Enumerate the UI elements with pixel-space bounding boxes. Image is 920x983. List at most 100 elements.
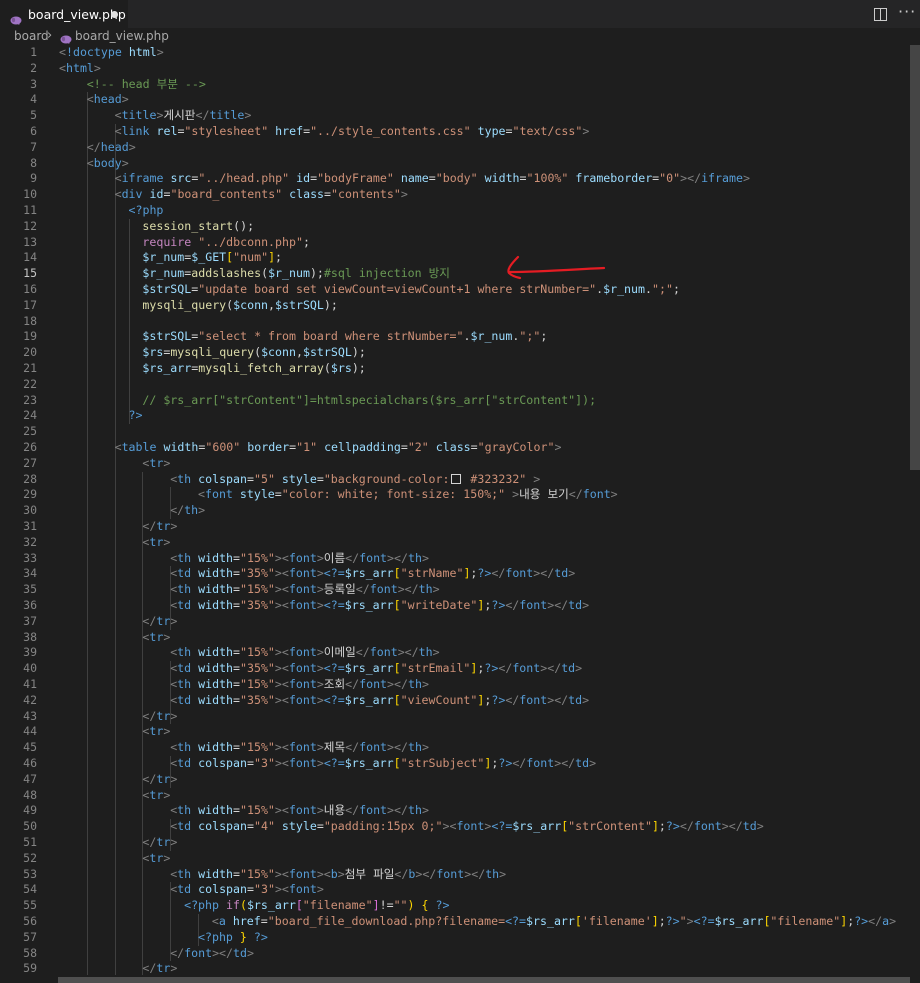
code-line[interactable]: </tr>	[142, 519, 177, 535]
code-line[interactable]: </tr>	[142, 709, 177, 725]
code-token: <!-- head 부분 -->	[86, 76, 206, 91]
code-line[interactable]: <th width="15%"><font>등록일</font></th>	[170, 582, 439, 598]
code-line[interactable]: <table width = "600" border = "1" cellpaddin…	[115, 440, 562, 456]
code-token: "text/css"	[512, 124, 583, 138]
line-number: 1	[30, 45, 37, 59]
code-line[interactable]: </tr>	[142, 835, 177, 851]
code-token: ";"	[519, 329, 541, 344]
code-line[interactable]: <td width="35%"><font><?=$rs_arr["strNam…	[170, 566, 575, 582]
code-line[interactable]: <head>	[87, 92, 129, 108]
code-token: ><	[274, 645, 289, 660]
code-token: ><	[274, 882, 289, 897]
code-token: font	[359, 803, 388, 818]
code-line[interactable]: <?php } ?>	[198, 930, 268, 946]
code-token: frameborder	[575, 171, 653, 186]
code-line[interactable]: <th colspan="5" style="background-color:…	[170, 472, 540, 488]
code-token: width	[198, 582, 234, 597]
code-line[interactable]: require "../dbconn.php";	[142, 235, 310, 251]
code-token: "35%"	[240, 692, 275, 707]
code-line[interactable]: </tr>	[142, 961, 177, 975]
code-line[interactable]: <th width="15%"><font><b>첨부 파일</b></font…	[170, 867, 506, 883]
code-line[interactable]: <th width="15%"><font>내용</font></th>	[170, 803, 429, 819]
code-token: colspan	[198, 471, 247, 486]
code-token: "grayColor"	[477, 440, 555, 454]
code-token: session_start	[142, 218, 234, 233]
code-line[interactable]: <th width="15%"><font>제목</font></th>	[170, 740, 429, 756]
code-editor[interactable]: 1 2 3 4 5 6 7 8 9 10 11 12 13 14 15 16 17 18 19 20 21 22 23 24 2…	[0, 45, 910, 975]
code-line[interactable]: <!-- head 부분 -->	[87, 77, 206, 93]
code-token: =	[470, 440, 478, 454]
code-line[interactable]: // $rs_arr["strContent"]=htmlspecialchar…	[142, 393, 596, 409]
breadcrumb-folder[interactable]: board	[14, 29, 49, 43]
code-token: th	[407, 803, 422, 818]
code-line[interactable]: <a href="board_file_download.php?filenam…	[212, 914, 896, 930]
code-line[interactable]: <tr>	[142, 456, 170, 472]
code-line[interactable]: <td colspan="3"><font><?=$rs_arr["strSub…	[170, 756, 596, 772]
code-line[interactable]: <link rel="stylesheet" href="../style_co…	[115, 124, 590, 140]
code-line[interactable]: <iframe src="../head.php" id="bodyFrame"…	[115, 171, 750, 187]
code-token: tr	[156, 708, 171, 723]
code-token: [	[393, 661, 401, 676]
code-line[interactable]: <?php	[129, 203, 164, 219]
code-line[interactable]: <html>	[59, 61, 101, 77]
code-token: $rs_arr	[344, 566, 394, 581]
code-line[interactable]: $strSQL="update board set viewCount=view…	[142, 282, 680, 298]
code-line[interactable]: <body>	[87, 156, 129, 172]
horizontal-scrollbar-thumb[interactable]	[58, 977, 910, 983]
code-token: $r_num	[142, 266, 185, 281]
code-token: </	[170, 945, 185, 960]
breadcrumb-file[interactable]: board_view.php	[75, 29, 169, 43]
code-line[interactable]: <tr>	[142, 788, 170, 804]
code-line[interactable]: session_start();	[142, 219, 254, 235]
code-token: td	[177, 566, 192, 581]
code-line[interactable]: $rs_arr=mysqli_fetch_array($rs);	[142, 361, 365, 377]
code-token: >	[421, 740, 429, 755]
split-editor-icon[interactable]	[874, 6, 887, 25]
code-line[interactable]: </tr>	[142, 772, 177, 788]
code-token: tr	[156, 961, 171, 975]
code-line[interactable]: <th width="15%"><font>이메일</font></th>	[170, 645, 439, 661]
code-line[interactable]: <tr>	[142, 630, 170, 646]
code-line[interactable]: </font></td>	[170, 946, 254, 962]
code-line[interactable]: <title>게시판</title>	[115, 108, 252, 124]
unsaved-dot-icon[interactable]	[111, 11, 118, 18]
horizontal-scrollbar[interactable]	[58, 975, 910, 983]
code-line[interactable]: <?php if($rs_arr["filename"]!="") { ?>	[184, 898, 449, 914]
code-token: ?>	[484, 661, 499, 676]
code-token: =	[400, 440, 408, 454]
code-line[interactable]: <!doctype html>	[59, 45, 164, 61]
code-line[interactable]: <div id="board_contents" class="contents…	[115, 187, 408, 203]
code-token: tr	[156, 771, 171, 786]
code-line[interactable]: <tr>	[142, 535, 170, 551]
code-token: th	[177, 677, 192, 691]
code-line[interactable]: $r_num=addslashes($r_num);#sql injection…	[142, 266, 450, 282]
code-line[interactable]: $r_num=$_GET["num"];	[142, 250, 282, 266]
code-line[interactable]: ?>	[129, 408, 143, 424]
code-line[interactable]: <th width="15%"><font>조회</font></th>	[170, 677, 429, 693]
line-number: 46	[23, 756, 37, 770]
code-line[interactable]: <font style="color: white; font-size: 15…	[198, 487, 618, 503]
code-line[interactable]: $strSQL="select * from board where strNu…	[142, 329, 547, 345]
code-line[interactable]: mysqli_query($conn,$strSQL);	[142, 298, 337, 314]
code-line[interactable]: <td colspan="3"><font>	[170, 882, 324, 898]
code-line[interactable]: </head>	[87, 140, 136, 156]
code-token: class	[289, 187, 325, 202]
tab-board-view-php[interactable]: board_view.php	[0, 0, 128, 28]
code-line[interactable]: $rs=mysqli_query($conn,$strSQL);	[142, 345, 365, 361]
more-actions-icon[interactable]: ···	[898, 2, 916, 21]
code-line[interactable]: </th>	[170, 503, 205, 519]
code-line[interactable]: <td width="35%"><font><?=$rs_arr["writeD…	[170, 598, 589, 614]
code-line[interactable]: <td colspan="4" style="padding:15px 0;">…	[170, 819, 763, 835]
code-line[interactable]: <td width="35%"><font><?=$rs_arr["viewCo…	[170, 693, 589, 709]
vertical-scrollbar-thumb[interactable]	[910, 45, 920, 470]
code-token: ></	[387, 740, 408, 755]
code-line[interactable]: </tr>	[142, 614, 177, 630]
vertical-scrollbar[interactable]	[910, 45, 920, 983]
code-line[interactable]: <td width="35%"><font><?=$rs_arr["strEma…	[170, 661, 582, 677]
code-line[interactable]: <tr>	[142, 724, 170, 740]
code-line[interactable]: <th width="15%"><font>이름</font></th>	[170, 551, 429, 567]
code-line[interactable]: <tr>	[142, 851, 170, 867]
code-token: th	[177, 740, 192, 755]
